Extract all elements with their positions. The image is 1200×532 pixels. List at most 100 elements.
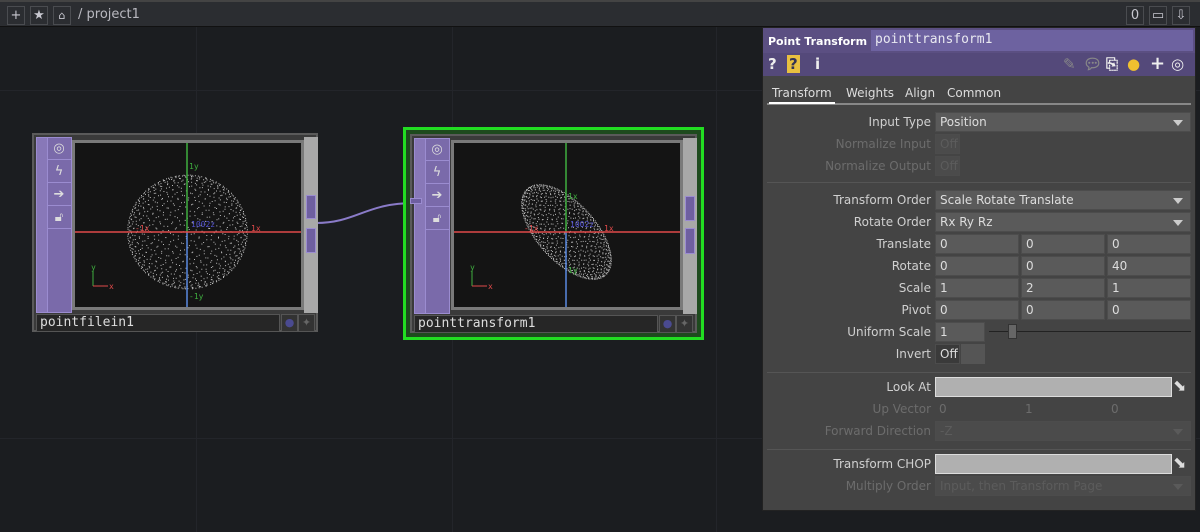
viewer-toggle-icon[interactable]: ◎ [425,139,449,161]
pivot-y-field[interactable]: 0 [1021,300,1105,320]
output-connector[interactable] [685,228,695,254]
home-icon[interactable]: ⌂ [53,6,71,25]
count-button[interactable]: 0 [1126,6,1144,25]
scale-x-field[interactable]: 1 [935,278,1019,298]
scale-z-field[interactable]: 1 [1107,278,1191,298]
parameter-panel: Point Transform pointtransform1 ? ? i ✎ … [762,27,1196,511]
invert-toggle[interactable]: Off [935,344,960,364]
uniform-scale-slider-track[interactable] [989,331,1191,332]
output-connector[interactable] [306,195,316,219]
rotate-x-field[interactable]: 0 [935,256,1019,276]
center-label: 1002z [570,220,594,229]
node-viewer[interactable]: -1x 1x 1x 1y 1002z y x [451,140,683,310]
pivot-z-field[interactable]: 0 [1107,300,1191,320]
multiply-order-dropdown[interactable]: Input, then Transform Page [935,476,1191,496]
mini-x-label: x [488,282,493,291]
tab-weights[interactable]: Weights [846,86,894,100]
param-label: Transform CHOP [833,457,931,471]
param-label: Scale [898,281,931,295]
display-arrow-icon[interactable]: ➔ [47,184,71,206]
drag-arrow-icon[interactable]: ⬊ [1173,453,1186,472]
tab-transform[interactable]: Transform [769,86,835,104]
uniform-scale-slider-handle[interactable] [1008,324,1017,339]
display-arrow-icon[interactable]: ➔ [425,185,449,207]
param-label: Pivot [901,303,931,317]
lock-icon[interactable]: 🔓︎ [425,208,449,230]
target-icon[interactable]: ◎ [1171,55,1184,73]
normalize-output-toggle[interactable]: Off [935,156,960,176]
python-icon[interactable]: ● [1127,55,1140,73]
up-vector-y[interactable]: 1 [1025,402,1033,416]
python-help-icon[interactable]: ? [787,55,800,73]
cook-dot-icon[interactable]: ● [659,315,676,333]
scale-y-field[interactable]: 2 [1021,278,1105,298]
node-viewer[interactable]: -1x 1x 1y -1y 1002z y x [72,140,304,310]
add-icon[interactable]: + [7,6,25,25]
node-pointfilein1[interactable]: ◎ ϟ ➔ 🔓︎ -1x 1x 1y -1y 1002z y x pointfilein1 … [32,133,318,332]
pin-icon[interactable]: ✦ [676,315,693,333]
node-pointtransform1[interactable]: ◎ ϟ ➔ 🔓︎ -1x 1x 1x 1y 1002z y x pointtransform… [410,134,697,333]
pos-y-label: 1y [189,162,199,171]
bypass-icon[interactable]: ϟ [425,162,449,184]
transform-chop-field[interactable] [935,454,1172,474]
param-label: Forward Direction [824,424,931,438]
node-name[interactable]: pointfilein1 [36,314,280,332]
breadcrumb[interactable]: / project1 [78,7,140,22]
pencil-icon[interactable]: ✎ [1063,55,1076,73]
transform-order-dropdown[interactable]: Scale Rotate Translate [935,190,1191,210]
bypass-icon[interactable]: ϟ [47,161,71,183]
translate-z-field[interactable]: 0 [1107,234,1191,254]
output-connector[interactable] [685,196,695,221]
pin-icon[interactable]: ✦ [298,314,315,332]
rotate-order-dropdown[interactable]: Rx Ry Rz [935,212,1191,232]
window-icon[interactable]: ▭ [1149,6,1167,25]
param-label: Transform Order [833,193,931,207]
pos-x-label: 1x [251,224,261,233]
look-at-field[interactable] [935,377,1172,397]
op-name-field[interactable]: pointtransform1 [871,30,1193,51]
param-label: Normalize Output [825,159,931,173]
pivot-x-field[interactable]: 0 [935,300,1019,320]
lock-icon[interactable]: 🔓︎ [47,207,71,229]
param-label: Rotate Order [853,215,931,229]
translate-x-field[interactable]: 0 [935,234,1019,254]
comment-icon[interactable]: 💬︎ [1083,55,1102,73]
param-label: Up Vector [872,402,931,416]
up-vector-x[interactable]: 0 [939,402,947,416]
mini-x-label: x [109,282,114,291]
node-name[interactable]: pointtransform1 [414,315,658,333]
neg-y-label: 1y [568,266,578,275]
input-type-dropdown[interactable]: Position [935,112,1191,132]
param-tabs: Transform Weights Align Common [767,85,1191,105]
plus-icon[interactable]: + [1150,55,1165,73]
neg-x-label: -1x [135,224,150,233]
normalize-input-toggle[interactable]: Off [935,134,960,154]
help-icon[interactable]: ? [768,55,777,73]
rotate-z-field[interactable]: 40 [1107,256,1191,276]
param-label: Normalize Input [835,137,931,151]
input-connector[interactable] [410,198,422,204]
uniform-scale-field[interactable]: 1 [935,322,985,342]
clipboard-icon[interactable]: ⎘ [1106,55,1118,73]
forward-direction-dropdown[interactable]: -Z [935,421,1191,441]
panel-icon-bar: ? ? i ✎ 💬︎ ⎘ ● + ◎ [763,53,1195,76]
star-icon[interactable]: ★ [30,6,48,25]
viewer-toggle-icon[interactable]: ◎ [47,138,71,160]
download-arrow-icon[interactable]: ⇩ [1172,6,1190,25]
pos-x-label: 1x [604,224,614,233]
output-connector[interactable] [306,228,316,253]
cook-dot-icon[interactable]: ● [281,314,298,332]
pos-y-label: 1x [568,192,578,201]
rotate-y-field[interactable]: 0 [1021,256,1105,276]
translate-y-field[interactable]: 0 [1021,234,1105,254]
invert-toggle-box[interactable] [961,344,985,364]
tab-common[interactable]: Common [947,86,1001,100]
up-vector-z[interactable]: 0 [1111,402,1119,416]
tab-align[interactable]: Align [905,86,935,100]
neg-x-label: -1x [524,224,539,233]
neg-y-label: -1y [189,292,204,301]
node-wire [316,202,415,224]
drag-arrow-icon[interactable]: ⬊ [1173,376,1186,395]
info-icon[interactable]: i [815,55,820,73]
mini-y-label: y [470,263,475,272]
